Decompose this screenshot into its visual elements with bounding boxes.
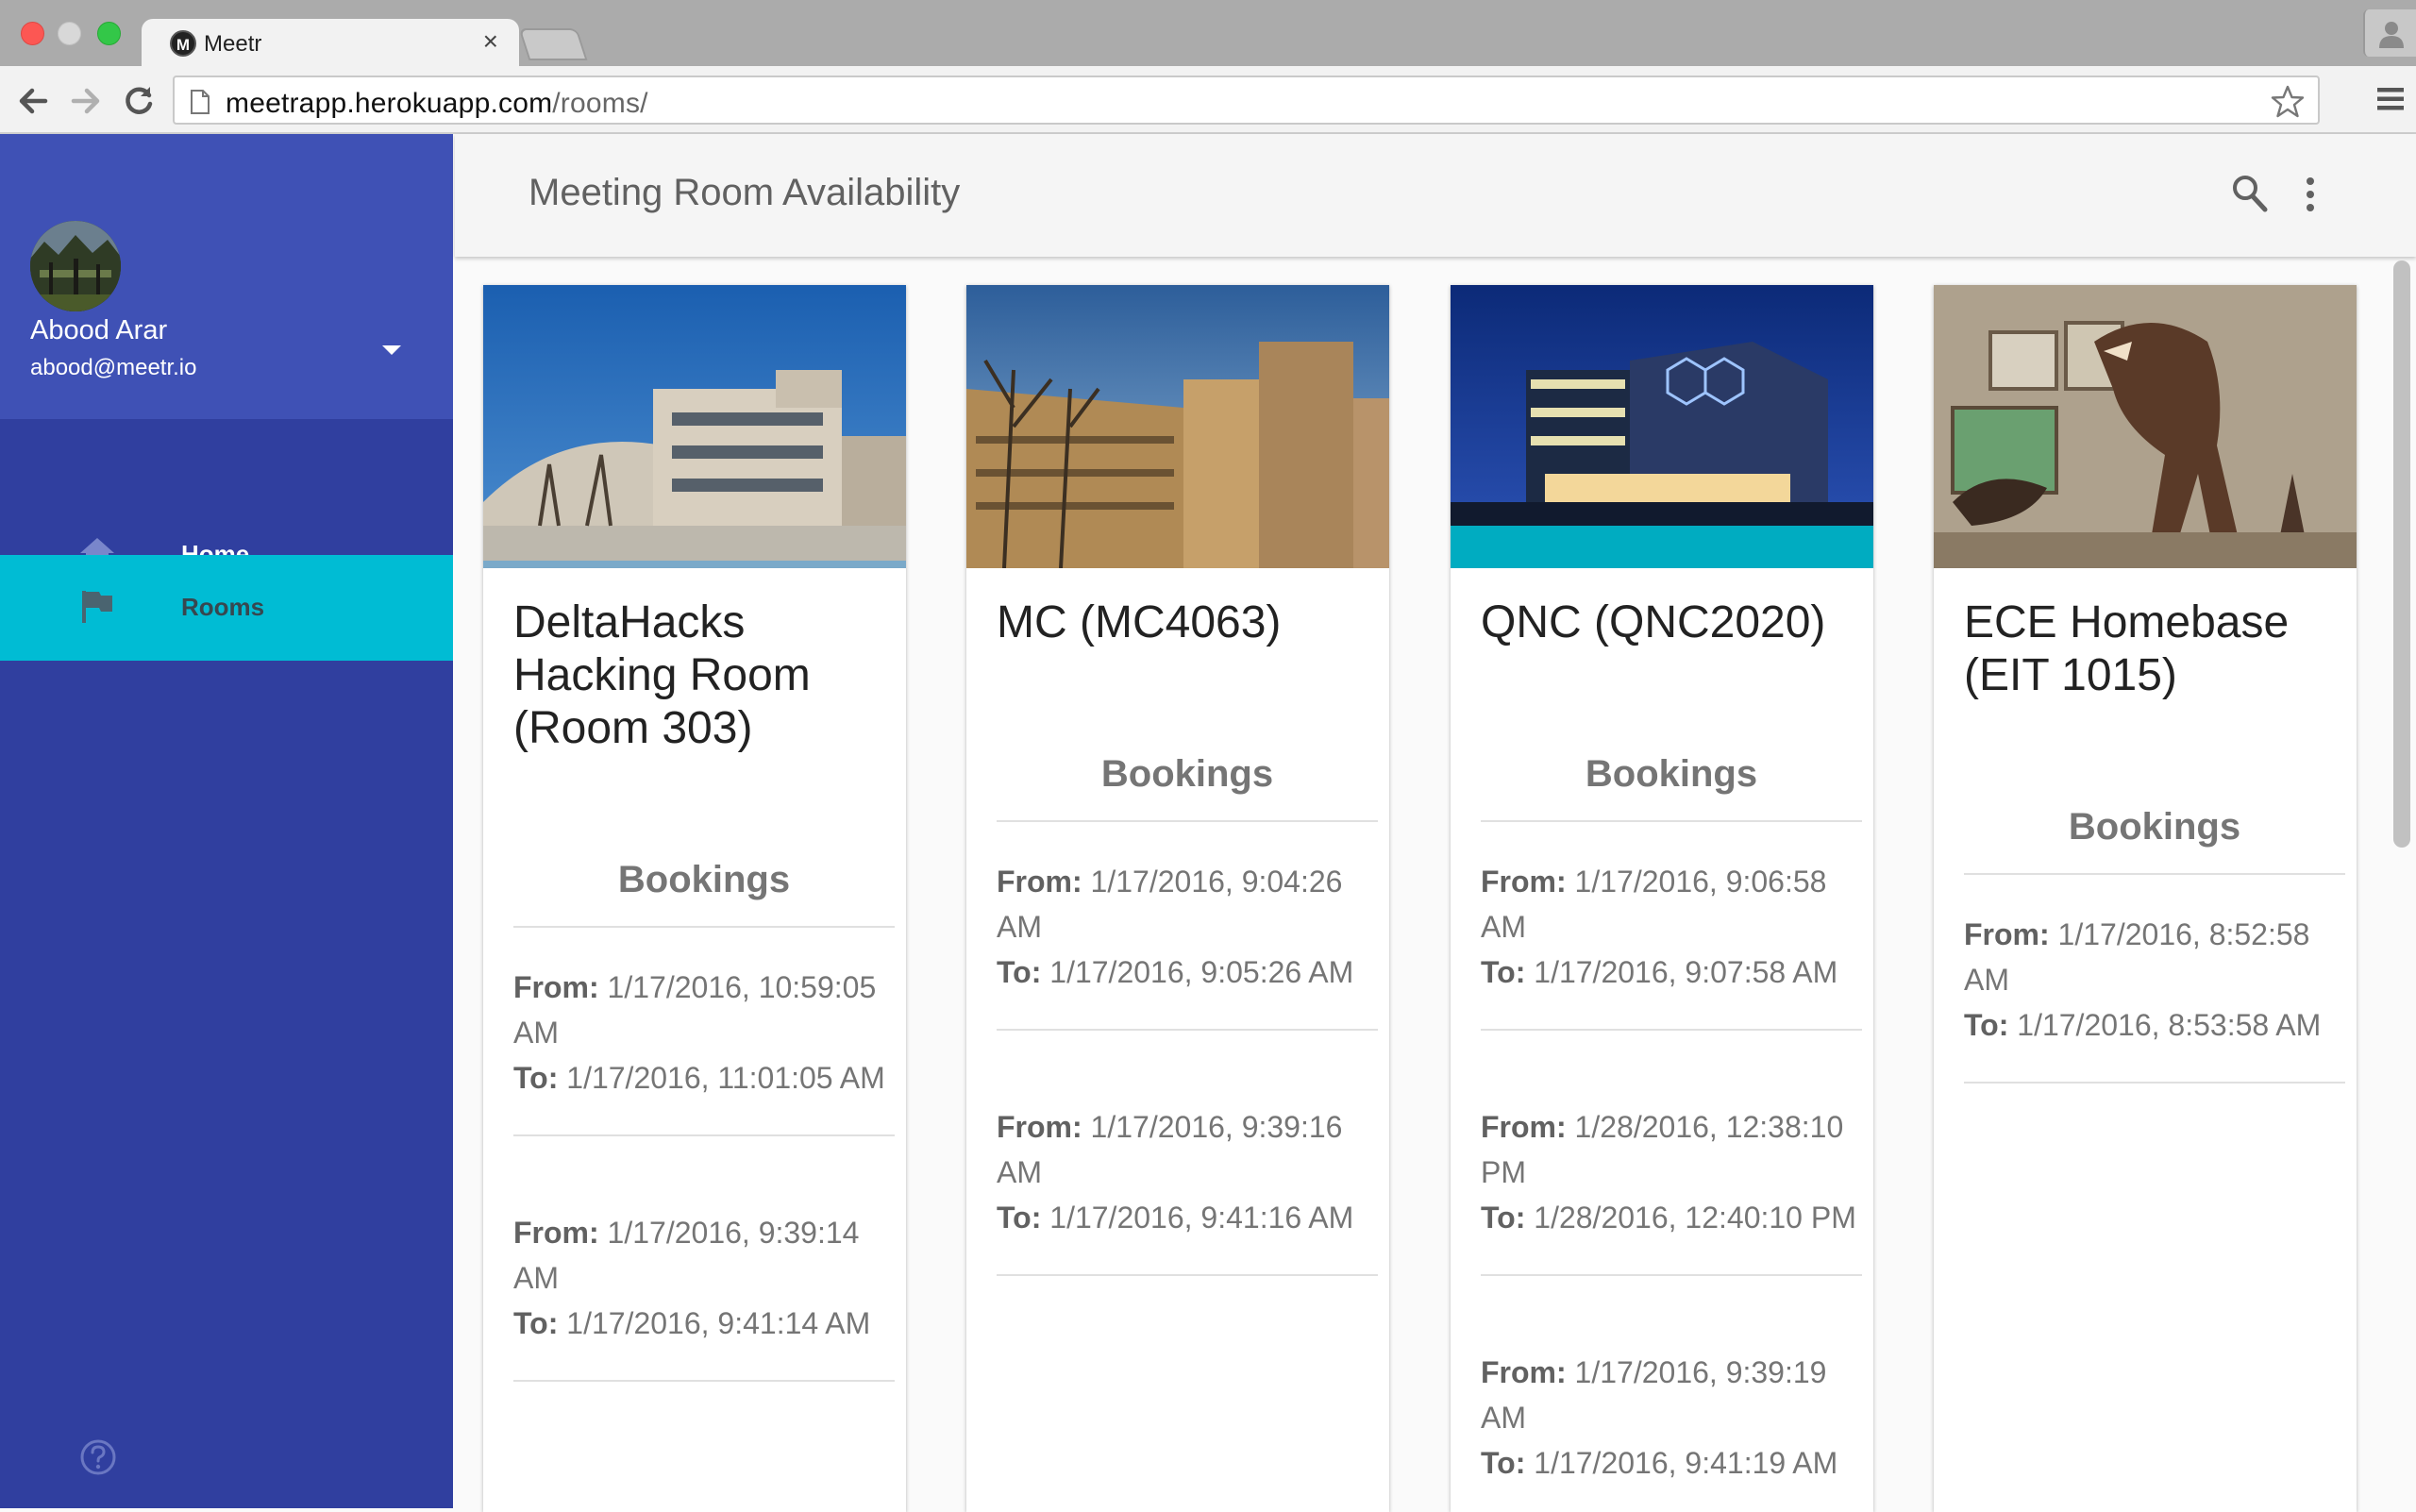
booking-to: 1/17/2016, 9:41:19 AM [1534,1446,1838,1480]
booking-to: 1/17/2016, 9:41:16 AM [1049,1201,1354,1235]
bookmark-star-icon[interactable] [2269,83,2307,121]
room-card[interactable]: QNC (QNC2020) Bookings From: 1/17/2016, … [1451,285,1873,1512]
bookings-heading: Bookings [997,753,1378,822]
to-label: To: [513,1061,559,1095]
bookings-heading: Bookings [513,859,895,928]
booking-to: 1/17/2016, 9:07:58 AM [1534,955,1838,989]
room-card[interactable]: MC (MC4063) Bookings From: 1/17/2016, 9:… [966,285,1389,1512]
building-photo [966,285,1389,568]
to-label: To: [997,955,1042,989]
minimize-window-button[interactable] [58,22,81,45]
to-label: To: [513,1306,559,1340]
room-photo [483,285,906,568]
bookings-heading: Bookings [1964,806,2345,875]
from-label: From: [1481,1355,1567,1389]
tab-close-icon[interactable]: × [483,27,498,56]
booking-to: 1/17/2016, 9:05:26 AM [1049,955,1354,989]
avatar-photo [30,221,121,311]
room-photo [966,285,1389,568]
booking-to: 1/17/2016, 11:01:05 AM [566,1061,885,1095]
flag-icon [82,591,112,623]
room-title: MC (MC4063) [997,597,1282,647]
from-label: From: [1964,917,2050,951]
room-title: ECE Homebase (EIT 1015) [1964,597,2290,700]
sidebar-user-header: Abood Arar abood@meetr.io [0,134,453,419]
room-card[interactable]: DeltaHacks Hacking Room (Room 303) Booki… [483,285,906,1512]
room-photo [1934,285,2357,568]
user-email: abood@meetr.io [30,355,197,380]
page-title: Meeting Room Availability [528,172,961,213]
browser-tabstrip: M Meetr × [0,0,2416,66]
account-dropdown-caret-icon[interactable] [382,345,401,355]
booking-to: 1/17/2016, 8:53:58 AM [2017,1008,2322,1042]
booking-entry: From: 1/28/2016, 12:38:10 PM To: 1/28/20… [1481,1104,1862,1276]
from-label: From: [997,1110,1082,1144]
more-vertical-icon[interactable] [2305,176,2316,213]
close-window-button[interactable] [21,22,44,45]
search-icon[interactable] [2231,174,2269,213]
room-photo [1451,285,1873,568]
booking-entry: From: 1/17/2016, 9:39:16 AM To: 1/17/201… [997,1104,1378,1276]
forward-arrow-icon[interactable] [68,83,104,119]
building-photo [1451,285,1873,568]
room-card[interactable]: ECE Homebase (EIT 1015) Bookings From: 1… [1934,285,2357,1512]
reload-icon[interactable] [121,83,157,119]
tab-title: Meetr [204,31,262,57]
meetr-favicon-icon: M [170,30,196,57]
to-label: To: [1481,955,1526,989]
booking-to: 1/28/2016, 12:40:10 PM [1534,1201,1856,1235]
back-arrow-icon[interactable] [15,83,51,119]
from-label: From: [513,1216,599,1250]
from-label: From: [997,865,1082,899]
page-icon [191,90,210,114]
from-label: From: [1481,1110,1567,1144]
booking-entry: From: 1/17/2016, 9:39:14 AM To: 1/17/201… [513,1210,895,1382]
browser-profile-button[interactable] [2363,9,2416,57]
building-photo [483,285,906,568]
maximize-window-button[interactable] [97,22,121,45]
app-bar: Meeting Room Availability [455,134,2416,257]
page-scrollbar[interactable] [2393,260,2410,848]
sidebar-item-rooms[interactable]: Rooms [0,555,453,661]
browser-tab[interactable]: M Meetr × [142,19,519,66]
profile-icon [2379,22,2404,48]
url-host: meetrapp.herokuapp.com [226,88,553,119]
url-text[interactable]: meetrapp.herokuapp.com/rooms/ [226,88,648,120]
room-title: DeltaHacks Hacking Room (Room 303) [513,597,811,753]
to-label: To: [1481,1446,1526,1480]
booking-entry: From: 1/17/2016, 9:04:26 AM To: 1/17/201… [997,859,1378,1031]
browser-menu-icon[interactable] [2374,83,2407,115]
to-label: To: [1964,1008,2009,1042]
booking-to: 1/17/2016, 9:41:14 AM [566,1306,871,1340]
room-title: QNC (QNC2020) [1481,597,1826,647]
booking-entry: From: 1/17/2016, 8:52:58 AM To: 1/17/201… [1964,912,2345,1084]
booking-entry: From: 1/17/2016, 9:39:19 AM To: 1/17/201… [1481,1350,1862,1512]
from-label: From: [1481,865,1567,899]
to-label: To: [1481,1201,1526,1235]
booking-entry: From: 1/17/2016, 10:59:05 AM To: 1/17/20… [513,965,895,1136]
dinosaur-exhibit-photo [1934,285,2357,568]
address-bar[interactable]: meetrapp.herokuapp.com/rooms/ [173,76,2320,125]
user-name: Abood Arar [30,315,168,345]
help-icon[interactable] [79,1438,117,1476]
sidebar: Abood Arar abood@meetr.io Home Rooms [0,134,453,1508]
booking-entry: From: 1/17/2016, 9:06:58 AM To: 1/17/201… [1481,859,1862,1031]
new-tab-button[interactable] [518,28,588,60]
url-path: /rooms/ [552,88,648,119]
from-label: From: [513,970,599,1004]
to-label: To: [997,1201,1042,1235]
browser-toolbar: meetrapp.herokuapp.com/rooms/ [0,66,2416,134]
sidebar-item-label: Rooms [181,593,265,621]
avatar[interactable] [30,221,121,311]
bookings-heading: Bookings [1481,753,1862,822]
